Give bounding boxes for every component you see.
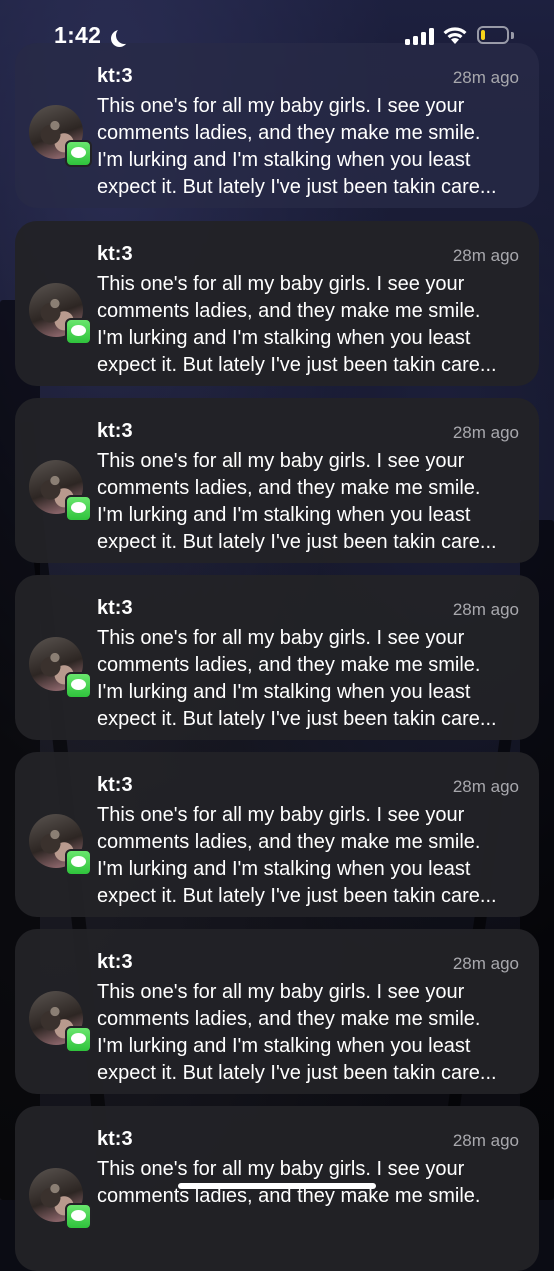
notification-sender: kt:3 (97, 597, 133, 619)
message-line: I'm lurking and I'm stalking when you le… (97, 504, 471, 526)
notification-sender: kt:3 (97, 951, 133, 973)
cellular-signal-icon (405, 28, 434, 45)
message-line: expect it. But lately I've just been tak… (97, 885, 497, 907)
notification-card[interactable]: kt:3 28m ago This one's for all my baby gi… (15, 398, 539, 563)
wifi-icon (443, 27, 467, 44)
notification-sender: kt:3 (97, 420, 133, 442)
message-line: This one's for all my baby girls. I see … (97, 450, 465, 472)
notification-message: This one's for all my baby girls. I see … (97, 625, 527, 733)
notification-message: This one's for all my baby girls. I see … (97, 271, 527, 379)
message-line: I'm lurking and I'm stalking when you le… (97, 327, 471, 349)
moon-icon (116, 27, 133, 44)
message-line: I'm lurking and I'm stalking when you le… (97, 681, 471, 703)
notification-stack: kt:3 28m ago This one's for all my baby gi… (0, 0, 554, 1271)
message-line: This one's for all my baby girls. I see … (97, 1158, 465, 1180)
notification-card[interactable]: kt:3 28m ago This one's for all my baby gi… (15, 575, 539, 740)
notification-timestamp: 28m ago (452, 777, 519, 796)
message-line: comments ladies, and they make me smile. (97, 831, 481, 853)
notification-card[interactable]: kt:3 28m ago This one's for all my baby gi… (15, 929, 539, 1094)
notification-message: This one's for all my baby girls. I see … (97, 448, 527, 556)
message-line: This one's for all my baby girls. I see … (97, 627, 465, 649)
message-line: comments ladies, and they make me smile. (97, 654, 481, 676)
message-line: comments ladies, and they make me smile. (97, 300, 481, 322)
notification-timestamp: 28m ago (452, 246, 519, 265)
messages-icon (65, 849, 92, 876)
notification-sender: kt:3 (97, 243, 133, 265)
messages-icon (65, 1203, 92, 1230)
messages-icon (65, 318, 92, 345)
notification-timestamp: 28m ago (452, 954, 519, 973)
messages-icon (65, 140, 92, 167)
messages-icon (65, 672, 92, 699)
message-line: I'm lurking and I'm stalking when you le… (97, 149, 471, 171)
notification-message: This one's for all my baby girls. I see … (97, 93, 527, 201)
home-indicator[interactable] (178, 1183, 376, 1189)
notification-sender: kt:3 (97, 1128, 133, 1150)
notification-timestamp: 28m ago (452, 68, 519, 87)
message-line: expect it. But lately I've just been tak… (97, 531, 497, 553)
message-line: comments ladies, and they make me smile. (97, 1008, 481, 1030)
message-line: comments ladies, and they make me smile. (97, 477, 481, 499)
message-line: expect it. But lately I've just been tak… (97, 176, 497, 198)
notification-timestamp: 28m ago (452, 423, 519, 442)
message-line: expect it. But lately I've just been tak… (97, 708, 497, 730)
notification-timestamp: 28m ago (452, 1131, 519, 1150)
message-line: I'm lurking and I'm stalking when you le… (97, 1035, 471, 1057)
status-time: 1:42 (54, 22, 102, 48)
notification-timestamp: 28m ago (452, 600, 519, 619)
notification-message: This one's for all my baby girls. I see … (97, 802, 527, 910)
message-line: This one's for all my baby girls. I see … (97, 981, 465, 1003)
notification-card[interactable]: kt:3 28m ago This one's for all my baby gi… (15, 221, 539, 386)
message-line: comments ladies, and they make me smile. (97, 122, 481, 144)
notification-message: This one's for all my baby girls. I see … (97, 979, 527, 1087)
battery-icon (477, 26, 509, 44)
battery-level-fill (481, 30, 485, 40)
messages-icon (65, 1026, 92, 1053)
notification-sender: kt:3 (97, 774, 133, 796)
message-line: expect it. But lately I've just been tak… (97, 1062, 497, 1084)
notification-card[interactable]: kt:3 28m ago This one's for all my baby gi… (15, 752, 539, 917)
messages-icon (65, 495, 92, 522)
battery-cap (511, 32, 514, 39)
message-line: This one's for all my baby girls. I see … (97, 273, 465, 295)
message-line: expect it. But lately I've just been tak… (97, 354, 497, 376)
message-line: This one's for all my baby girls. I see … (97, 95, 465, 117)
message-line: I'm lurking and I'm stalking when you le… (97, 858, 471, 880)
message-line: This one's for all my baby girls. I see … (97, 804, 465, 826)
status-bar: 1:42 (0, 0, 554, 70)
